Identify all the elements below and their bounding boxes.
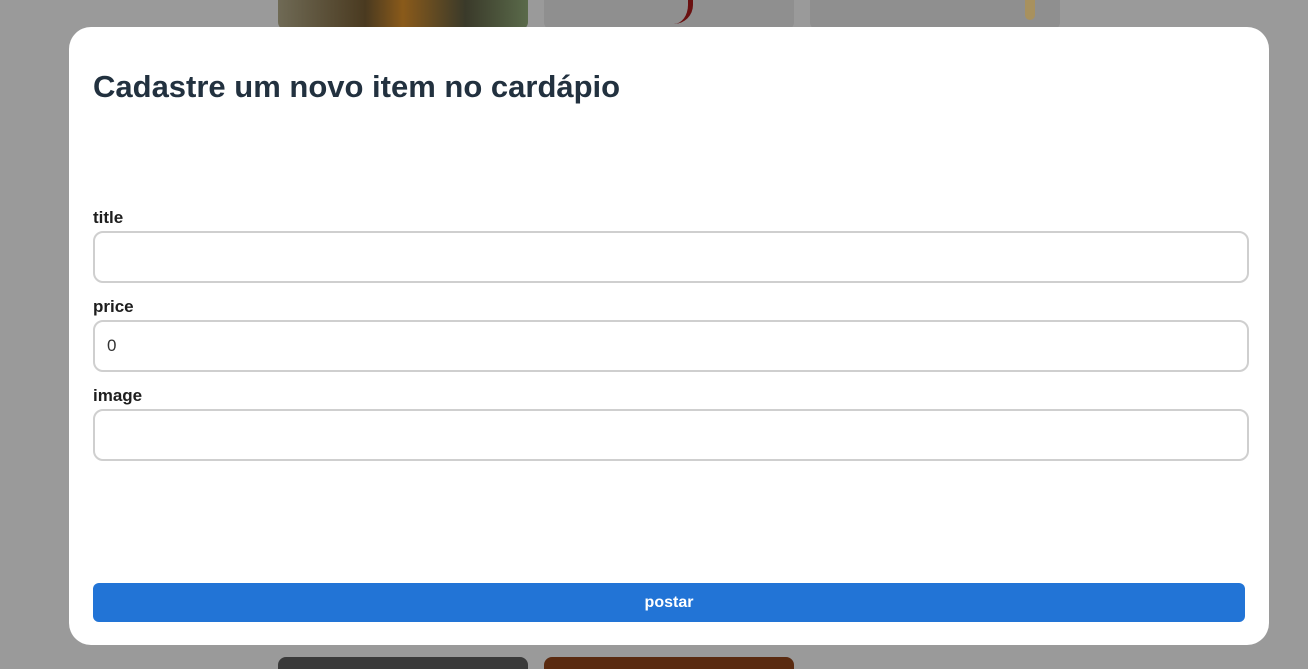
menu-item-card-image: [544, 657, 794, 669]
price-input[interactable]: [93, 320, 1249, 372]
modal-title: Cadastre um novo item no cardápio: [93, 69, 621, 104]
menu-item-card-image: [810, 0, 1060, 30]
title-label: title: [93, 208, 124, 227]
new-item-modal: Cadastre um novo item no cardápio title …: [69, 27, 1269, 645]
image-label: image: [93, 386, 143, 405]
menu-item-card-image: [544, 0, 794, 30]
post-button[interactable]: postar: [93, 583, 1245, 622]
menu-item-card-image: [278, 0, 528, 30]
price-label: price: [93, 297, 134, 316]
image-input[interactable]: [93, 409, 1249, 461]
title-input[interactable]: [93, 231, 1249, 283]
menu-item-card-image: [278, 657, 528, 669]
